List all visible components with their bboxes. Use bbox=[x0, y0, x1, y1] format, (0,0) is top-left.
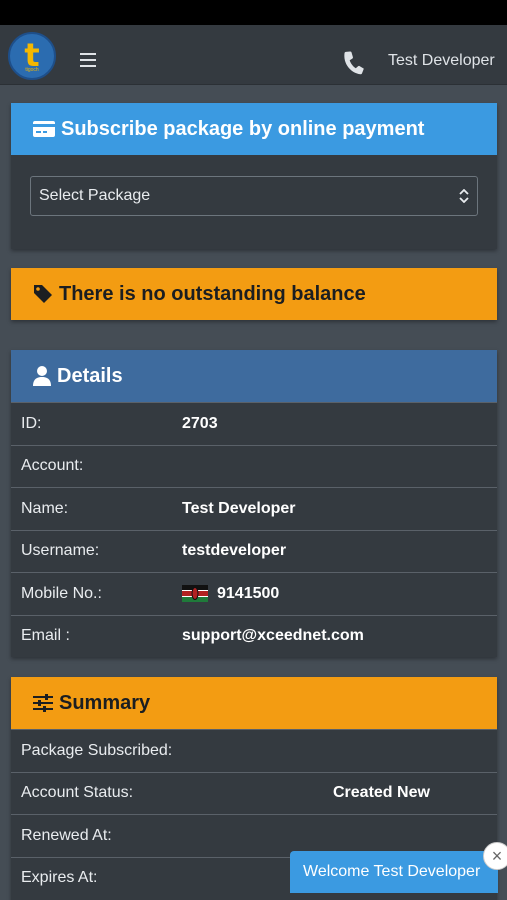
row-label: Account: bbox=[21, 457, 84, 475]
subscribe-card-title: Subscribe package by online payment bbox=[61, 117, 425, 140]
details-card-header: Details bbox=[11, 350, 497, 402]
row-label: Expires At: bbox=[21, 869, 98, 887]
phone-icon[interactable] bbox=[339, 47, 369, 77]
details-row-username: Username: testdeveloper bbox=[11, 529, 497, 573]
welcome-toast: Welcome Test Developer bbox=[290, 851, 498, 893]
package-select[interactable]: Select Package bbox=[30, 176, 478, 216]
status-bar bbox=[0, 0, 507, 25]
row-label: Account Status: bbox=[21, 784, 134, 802]
row-value: 2703 bbox=[182, 414, 218, 432]
sliders-icon bbox=[33, 694, 53, 712]
mobile-number: 9141500 bbox=[217, 584, 280, 602]
balance-alert-card: There is no outstanding balance bbox=[11, 268, 497, 320]
summary-row-status: Account Status: Created New bbox=[11, 771, 497, 815]
select-updown-icon bbox=[459, 189, 469, 203]
row-label: Mobile No.: bbox=[21, 584, 102, 602]
row-value: Created New bbox=[333, 784, 430, 802]
subscribe-card-header: Subscribe package by online payment bbox=[11, 103, 497, 155]
subscribe-card: Subscribe package by online payment Sele… bbox=[11, 103, 497, 249]
balance-alert-text: There is no outstanding balance bbox=[59, 282, 366, 305]
credit-card-icon bbox=[33, 121, 55, 137]
user-icon bbox=[33, 366, 51, 386]
toast-close-button[interactable]: × bbox=[483, 842, 507, 870]
summary-card-title: Summary bbox=[59, 691, 151, 714]
balance-alert: There is no outstanding balance bbox=[11, 268, 497, 320]
close-icon: × bbox=[491, 845, 503, 866]
details-row-id: ID: 2703 bbox=[11, 402, 497, 445]
summary-card-header: Summary bbox=[11, 677, 497, 729]
row-label: ID: bbox=[21, 414, 42, 432]
details-card-title: Details bbox=[57, 364, 123, 387]
toast-message: Welcome Test Developer bbox=[303, 863, 481, 880]
kenya-flag-icon bbox=[182, 585, 208, 603]
top-navbar: t tigoch Test Developer bbox=[0, 25, 507, 85]
package-select-value: Select Package bbox=[39, 187, 151, 204]
tag-icon bbox=[34, 285, 52, 303]
header-user-name[interactable]: Test Developer bbox=[388, 52, 495, 70]
logo-subtext: tigoch bbox=[25, 67, 39, 73]
details-card: Details ID: 2703 Account: Name: Test Dev… bbox=[11, 350, 497, 657]
row-value-mobile: 9141500 bbox=[182, 585, 279, 603]
app-logo[interactable]: t tigoch bbox=[8, 32, 56, 80]
details-row-email: Email : support@xceednet.com bbox=[11, 614, 497, 658]
row-label: Email : bbox=[21, 627, 70, 645]
row-label: Username: bbox=[21, 542, 100, 560]
row-value: testdeveloper bbox=[182, 542, 287, 560]
details-row-mobile: Mobile No.: 9141500 bbox=[11, 572, 497, 615]
row-value: support@xceednet.com bbox=[182, 627, 364, 645]
summary-row-package: Package Subscribed: bbox=[11, 729, 497, 772]
row-label: Package Subscribed: bbox=[21, 741, 173, 759]
row-label: Name: bbox=[21, 499, 69, 517]
row-value: Test Developer bbox=[182, 499, 296, 517]
details-row-name: Name: Test Developer bbox=[11, 487, 497, 530]
hamburger-icon[interactable] bbox=[80, 53, 96, 67]
row-label: Renewed At: bbox=[21, 826, 112, 844]
details-row-account: Account: bbox=[11, 444, 497, 488]
